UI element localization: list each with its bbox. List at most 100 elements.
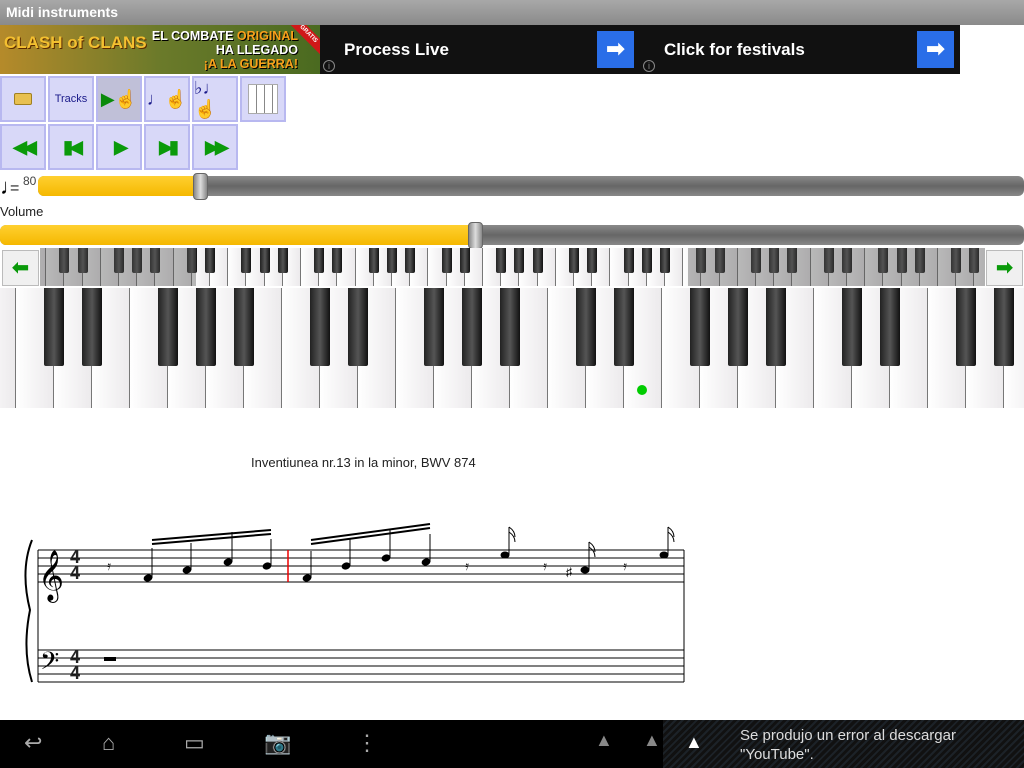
- black-key[interactable]: [459, 248, 470, 273]
- black-key[interactable]: [348, 288, 368, 366]
- home-icon[interactable]: ⌂: [102, 730, 115, 756]
- rest: 𝄿: [107, 558, 111, 573]
- black-key[interactable]: [205, 248, 215, 273]
- black-key[interactable]: [587, 248, 598, 273]
- note-touch-icon: ♩☝: [146, 88, 188, 109]
- black-key[interactable]: [514, 248, 525, 273]
- fast-forward-button[interactable]: ▶▶: [192, 124, 238, 170]
- tempo-slider[interactable]: [38, 173, 1024, 200]
- black-key[interactable]: [405, 248, 416, 273]
- note-head: [580, 566, 590, 574]
- arrow-right-icon[interactable]: ➡: [597, 31, 634, 68]
- arrow-left-icon: ⬅: [12, 257, 29, 279]
- black-key[interactable]: [496, 248, 507, 273]
- black-key[interactable]: [314, 248, 325, 273]
- info-icon[interactable]: i: [643, 60, 655, 72]
- black-key[interactable]: [332, 248, 343, 273]
- rest: 𝄿: [465, 558, 469, 573]
- skip-start-button[interactable]: ▮◀: [48, 124, 94, 170]
- black-key[interactable]: [842, 288, 862, 366]
- black-key[interactable]: [241, 248, 252, 273]
- black-key[interactable]: [576, 288, 596, 366]
- folder-icon: [14, 93, 32, 105]
- black-key[interactable]: [766, 288, 786, 366]
- notification[interactable]: ▲ Se produjo un error al descargar "YouT…: [663, 720, 1024, 768]
- recent-apps-icon[interactable]: ▭: [184, 730, 205, 756]
- black-key[interactable]: [462, 288, 482, 366]
- ad-banner-clash[interactable]: CLASH of CLANS EL COMBATE ORIGINAL HA LLE…: [0, 25, 320, 74]
- rest: 𝄿: [623, 558, 627, 573]
- back-icon[interactable]: ↩: [24, 730, 42, 756]
- note-flag: [667, 526, 675, 543]
- volume-thumb[interactable]: [468, 222, 484, 249]
- menu-icon[interactable]: ⋮: [356, 730, 378, 756]
- rest: 𝄿: [543, 558, 547, 573]
- black-key[interactable]: [441, 248, 452, 273]
- black-key[interactable]: [158, 288, 178, 366]
- time-signature-treble: 4: [70, 563, 81, 583]
- black-key[interactable]: [196, 288, 216, 366]
- warning-icon: ▲: [685, 732, 703, 752]
- piano-keyboard[interactable]: [0, 288, 1024, 408]
- arrow-right-icon: ➡: [996, 257, 1013, 279]
- rewind-button[interactable]: ◀◀: [0, 124, 46, 170]
- open-file-button[interactable]: [0, 76, 46, 122]
- black-key[interactable]: [82, 288, 102, 366]
- treble-clef-icon: 𝄞: [38, 550, 64, 603]
- warning-icon: ▲: [595, 730, 613, 750]
- black-key[interactable]: [424, 288, 444, 366]
- ad-brand: CLASH of CLANS: [4, 33, 147, 52]
- keyboard-overview[interactable]: [40, 248, 985, 286]
- black-key[interactable]: [44, 288, 64, 366]
- black-key[interactable]: [994, 288, 1014, 366]
- black-key[interactable]: [660, 248, 670, 273]
- select-mode-button[interactable]: ▶☝: [96, 76, 142, 122]
- notification-text: Se produjo un error al descargar: [740, 727, 956, 744]
- screenshot-icon[interactable]: 📷: [264, 730, 291, 756]
- instrument-button[interactable]: [240, 76, 286, 122]
- skip-end-icon: ▶▮: [159, 136, 179, 157]
- ad-banner-festivals[interactable]: i Click for festivals ➡: [640, 25, 960, 74]
- flat-note-icon: ♭♩☝: [194, 78, 221, 119]
- note-mode-button[interactable]: ♩☝: [144, 76, 190, 122]
- music-score[interactable]: 𝄞 𝄢 ♯ 𝄿 𝄿 𝄿 𝄿: [0, 510, 1024, 710]
- skip-end-button[interactable]: ▶▮: [144, 124, 190, 170]
- ad-text: Click for festivals: [664, 40, 805, 59]
- black-key[interactable]: [234, 288, 254, 366]
- black-key[interactable]: [387, 248, 397, 273]
- black-key[interactable]: [880, 288, 900, 366]
- black-key[interactable]: [728, 288, 748, 366]
- black-key[interactable]: [956, 288, 976, 366]
- black-key[interactable]: [569, 248, 579, 273]
- black-key[interactable]: [690, 288, 710, 366]
- tracks-button[interactable]: Tracks: [48, 76, 94, 122]
- black-key[interactable]: [500, 288, 520, 366]
- black-key[interactable]: [368, 248, 379, 273]
- arrow-right-icon[interactable]: ➡: [917, 31, 954, 68]
- scroll-right-button[interactable]: ➡: [986, 250, 1023, 286]
- tempo-value: 80: [23, 174, 37, 188]
- tempo-equals: =: [10, 180, 20, 197]
- black-key[interactable]: [532, 248, 543, 273]
- scroll-left-button[interactable]: ⬅: [2, 250, 39, 286]
- volume-slider[interactable]: [0, 222, 1024, 249]
- black-key[interactable]: [641, 248, 652, 273]
- app-title: Midi instruments: [0, 0, 1024, 25]
- black-key[interactable]: [310, 288, 330, 366]
- black-key[interactable]: [259, 248, 270, 273]
- tempo-thumb[interactable]: [192, 173, 208, 200]
- white-key[interactable]: [0, 288, 16, 408]
- ad-banner-process-live[interactable]: i Process Live ➡: [320, 25, 640, 74]
- tempo-fill: [38, 176, 201, 196]
- bass-clef-icon: 𝄢: [40, 647, 59, 682]
- ad-slogan: EL COMBATE ORIGINAL HA LLEGADO ¡A LA GUERR…: [151, 29, 298, 71]
- info-icon[interactable]: i: [323, 60, 335, 72]
- black-key[interactable]: [623, 248, 634, 273]
- accidental-mode-button[interactable]: ♭♩☝: [192, 76, 238, 122]
- black-key[interactable]: [614, 288, 634, 366]
- volume-label: Volume: [0, 204, 44, 219]
- play-button[interactable]: ▶: [96, 124, 142, 170]
- black-key[interactable]: [277, 248, 288, 273]
- brace: [24, 539, 33, 683]
- note-flag: [508, 526, 516, 543]
